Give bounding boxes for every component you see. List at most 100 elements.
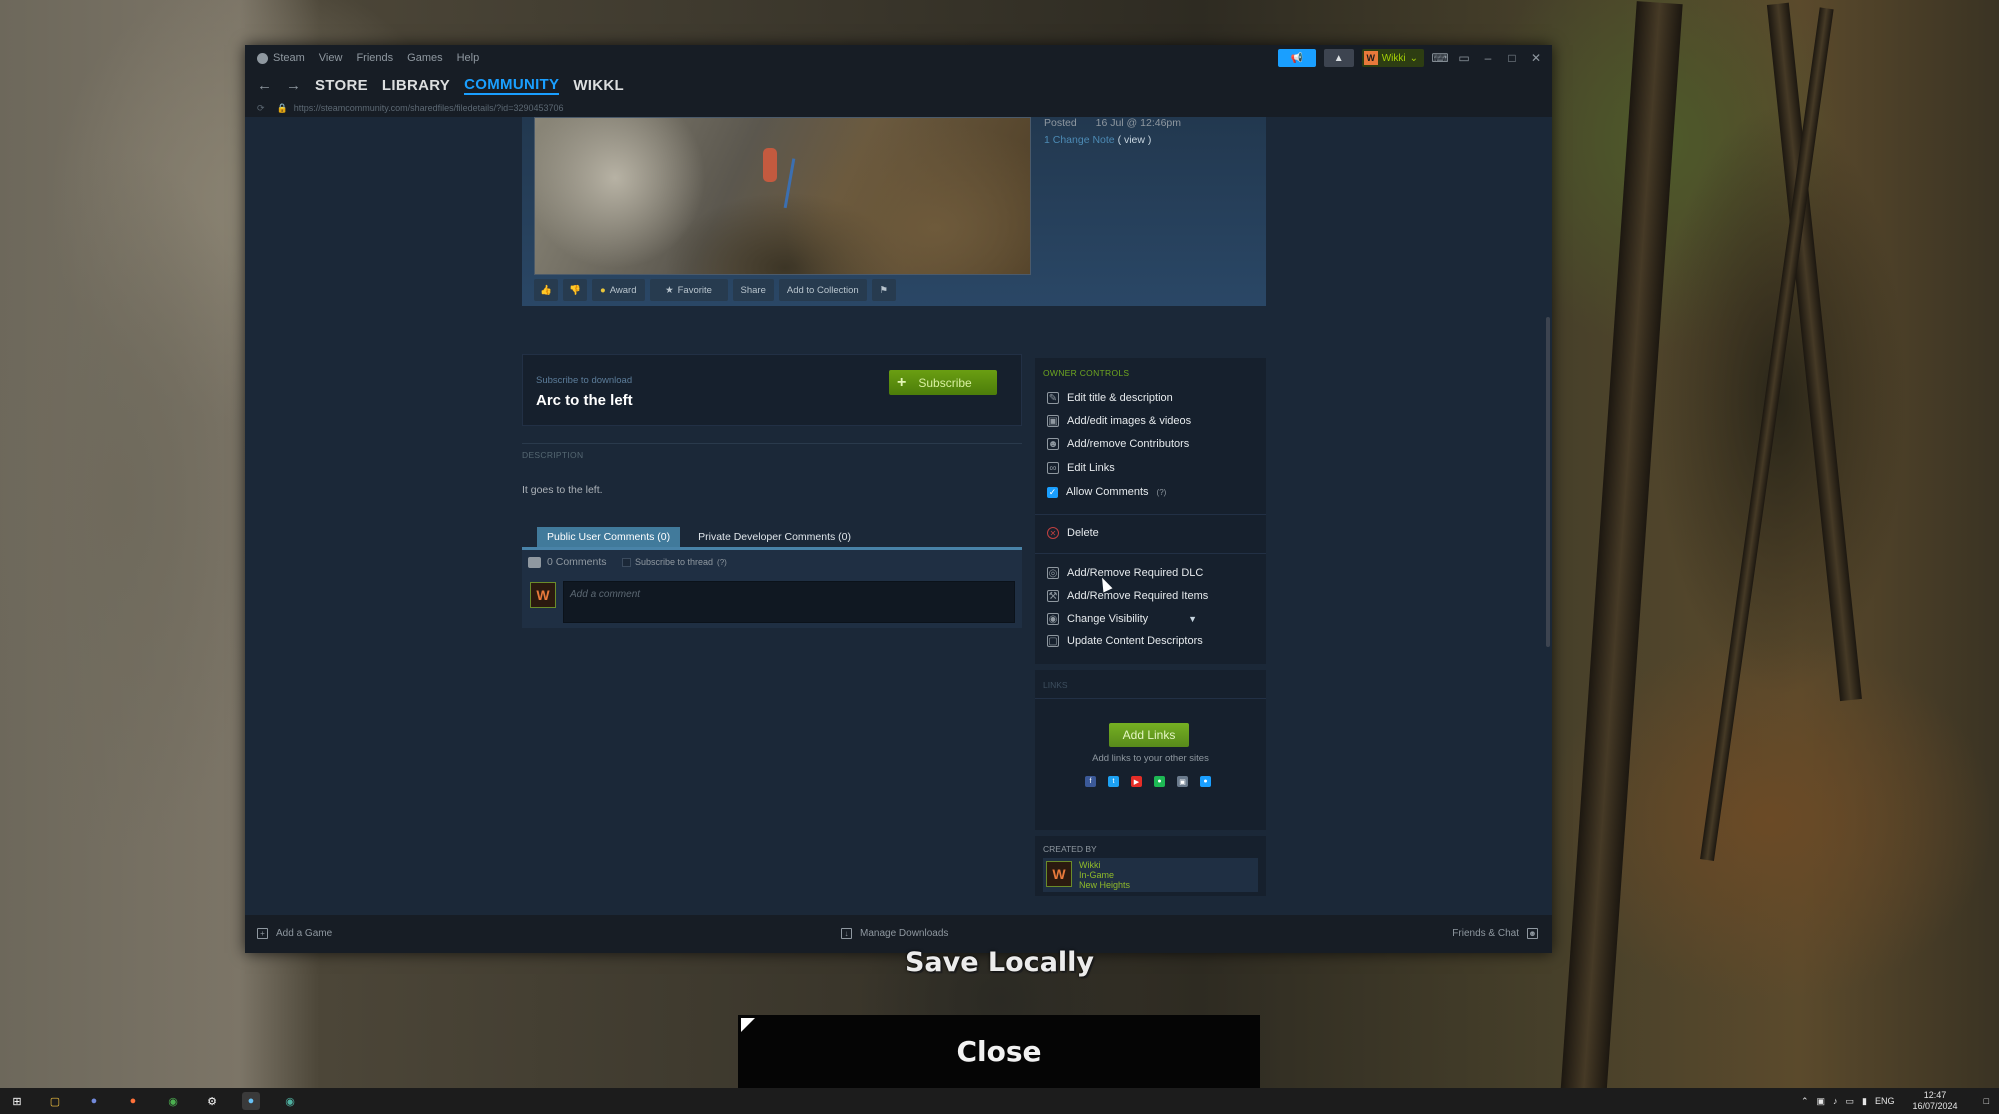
discord-icon[interactable]: ● xyxy=(85,1092,103,1110)
clock[interactable]: 12:47 16/07/2024 xyxy=(1913,1090,1958,1112)
thumbs-down-button[interactable]: 👎 xyxy=(563,279,587,301)
add-game-label: Add a Game xyxy=(276,928,333,939)
description-header: DESCRIPTION xyxy=(522,450,584,460)
reload-icon[interactable]: ⟳ xyxy=(257,103,265,114)
award-icon: ● xyxy=(600,284,606,296)
divider xyxy=(1035,514,1266,515)
required-dlc-button[interactable]: ◎ Add/Remove Required DLC xyxy=(1047,567,1203,579)
windows-start-icon[interactable]: ⊞ xyxy=(8,1092,26,1110)
add-to-collection-button[interactable]: Add to Collection xyxy=(778,279,867,301)
scrollbar[interactable] xyxy=(1546,317,1550,647)
contributors-button[interactable]: ☻ Add/remove Contributors xyxy=(1047,438,1189,450)
award-button[interactable]: ● Award xyxy=(592,279,645,301)
change-visibility-button[interactable]: ◉ Change Visibility ▼ xyxy=(1047,613,1197,625)
announcements-button[interactable]: 📢 xyxy=(1277,49,1316,67)
chrome-icon[interactable]: ◉ xyxy=(164,1092,182,1110)
item-preview-image[interactable] xyxy=(534,117,1031,275)
network-icon[interactable]: ▣ xyxy=(1817,1096,1826,1107)
tab-public-comments[interactable]: Public User Comments (0) xyxy=(537,527,681,547)
divider xyxy=(1035,553,1266,554)
language-indicator[interactable]: ENG xyxy=(1875,1096,1895,1106)
help-icon[interactable]: (?) xyxy=(1157,488,1167,497)
subscribe-button[interactable]: + Subscribe xyxy=(889,370,997,395)
people-icon: ☻ xyxy=(1047,438,1059,450)
monitor-icon[interactable]: ▭ xyxy=(1456,50,1472,66)
menu-steam[interactable]: Steam xyxy=(273,52,305,64)
social-icons: f t ▶ ● ▣ ● xyxy=(1085,776,1211,787)
avatar: W xyxy=(1046,861,1072,887)
file-explorer-icon[interactable]: ▢ xyxy=(46,1092,64,1110)
forward-arrow-icon[interactable]: → xyxy=(286,77,301,94)
minimize-icon[interactable]: – xyxy=(1480,50,1496,66)
close-icon[interactable]: ✕ xyxy=(1528,50,1544,66)
share-button[interactable]: Share xyxy=(732,279,774,301)
menu-view[interactable]: View xyxy=(319,52,343,64)
edit-images-button[interactable]: ▣ Add/edit images & videos xyxy=(1047,415,1191,427)
controller-icon[interactable]: ⌨ xyxy=(1431,50,1448,66)
facebook-icon: f xyxy=(1085,776,1096,787)
close-label: Close xyxy=(956,1035,1042,1068)
usb-icon[interactable]: ▮ xyxy=(1862,1096,1867,1107)
help-icon[interactable]: (?) xyxy=(717,558,727,567)
steam-taskbar-icon[interactable]: ● xyxy=(242,1092,260,1110)
user-menu-button[interactable]: W Wikki ⌄ xyxy=(1361,49,1424,67)
friends-chat-button[interactable]: Friends & Chat ☻ xyxy=(1452,928,1538,939)
creator-status: In-Game xyxy=(1079,870,1115,880)
tab-community[interactable]: COMMUNITY xyxy=(464,76,560,95)
taskbar: ⊞ ▢ ● ● ◉ ⚙ ● ◉ ⌃ ▣ ♪ ▭ ▮ ENG 12:47 16/0… xyxy=(0,1088,1999,1114)
app-icon[interactable]: ⚙ xyxy=(203,1092,221,1110)
menu-games[interactable]: Games xyxy=(407,52,442,64)
save-locally-label[interactable]: Save Locally xyxy=(0,947,1999,978)
tab-profile[interactable]: WIKKL xyxy=(573,77,624,94)
tab-private-comments[interactable]: Private Developer Comments (0) xyxy=(688,527,862,547)
add-links-button[interactable]: Add Links xyxy=(1109,723,1189,747)
subscribe-thread-checkbox[interactable] xyxy=(622,557,631,567)
thumbs-up-button[interactable]: 👍 xyxy=(534,279,558,301)
notifications-button[interactable]: ▲ xyxy=(1323,49,1354,67)
friends-chat-label: Friends & Chat xyxy=(1452,928,1519,939)
add-game-button[interactable]: + Add a Game xyxy=(257,928,332,939)
close-button[interactable]: Close xyxy=(738,1015,1260,1088)
friends-icon: ☻ xyxy=(1527,928,1538,939)
chevron-up-icon[interactable]: ⌃ xyxy=(1801,1096,1809,1107)
subscribe-thread[interactable]: Subscribe to thread (?) xyxy=(622,557,727,567)
notifications-icon[interactable]: □ xyxy=(1984,1096,1989,1106)
maximize-icon[interactable]: □ xyxy=(1504,50,1520,66)
comment-bubble-icon xyxy=(528,556,541,568)
content-descriptors-button[interactable]: ▢ Update Content Descriptors xyxy=(1047,635,1203,647)
nav-bar: ← → STORE LIBRARY COMMUNITY WIKKL xyxy=(245,71,1552,99)
url-text[interactable]: https://steamcommunity.com/sharedfiles/f… xyxy=(294,103,564,113)
checkbox-checked-icon[interactable]: ✓ xyxy=(1047,486,1058,498)
delete-button[interactable]: ✕ Delete xyxy=(1047,527,1099,539)
required-items-button[interactable]: ⚒ Add/Remove Required Items xyxy=(1047,590,1208,602)
display-icon[interactable]: ▭ xyxy=(1846,1096,1855,1107)
comment-count-text: 0 Comments xyxy=(547,556,607,568)
comment-input[interactable]: Add a comment xyxy=(563,581,1015,623)
game-taskbar-icon[interactable]: ◉ xyxy=(281,1092,299,1110)
system-tray: ⌃ ▣ ♪ ▭ ▮ ENG 12:47 16/07/2024 □ xyxy=(1801,1088,1999,1114)
manage-downloads-button[interactable]: ↓ Manage Downloads xyxy=(841,928,948,939)
report-button[interactable]: ⚑ xyxy=(871,279,896,301)
website-icon: ▣ xyxy=(1177,776,1188,787)
url-bar: ⟳ 🔒 https://steamcommunity.com/sharedfil… xyxy=(245,99,1552,117)
menu-friends[interactable]: Friends xyxy=(356,52,393,64)
edit-title-button[interactable]: ✎ Edit title & description xyxy=(1047,392,1173,404)
back-arrow-icon[interactable]: ← xyxy=(257,77,272,94)
link-icon: ∞ xyxy=(1047,462,1059,474)
created-by-header: CREATED BY xyxy=(1043,844,1097,854)
tab-library[interactable]: LIBRARY xyxy=(382,77,450,94)
creator-card[interactable]: W Wikki In-Game New Heights xyxy=(1043,858,1258,892)
corner-marker xyxy=(741,1018,755,1032)
volume-icon[interactable]: ♪ xyxy=(1833,1096,1838,1106)
menu-help[interactable]: Help xyxy=(457,52,480,64)
change-note-link[interactable]: 1 Change Note xyxy=(1044,134,1115,146)
tab-store[interactable]: STORE xyxy=(315,77,368,94)
firefox-icon[interactable]: ● xyxy=(124,1092,142,1110)
edit-links-button[interactable]: ∞ Edit Links xyxy=(1047,462,1115,474)
allow-comments-toggle[interactable]: ✓ Allow Comments (?) xyxy=(1047,486,1166,498)
subscribe-label: Subscribe xyxy=(918,375,972,390)
change-note-view-link[interactable]: ( view ) xyxy=(1118,134,1152,146)
edit-links-label: Edit Links xyxy=(1067,462,1115,474)
favorite-button[interactable]: ★ Favorite xyxy=(649,279,728,301)
comments-area: 0 Comments Subscribe to thread (?) W Add… xyxy=(522,550,1022,628)
